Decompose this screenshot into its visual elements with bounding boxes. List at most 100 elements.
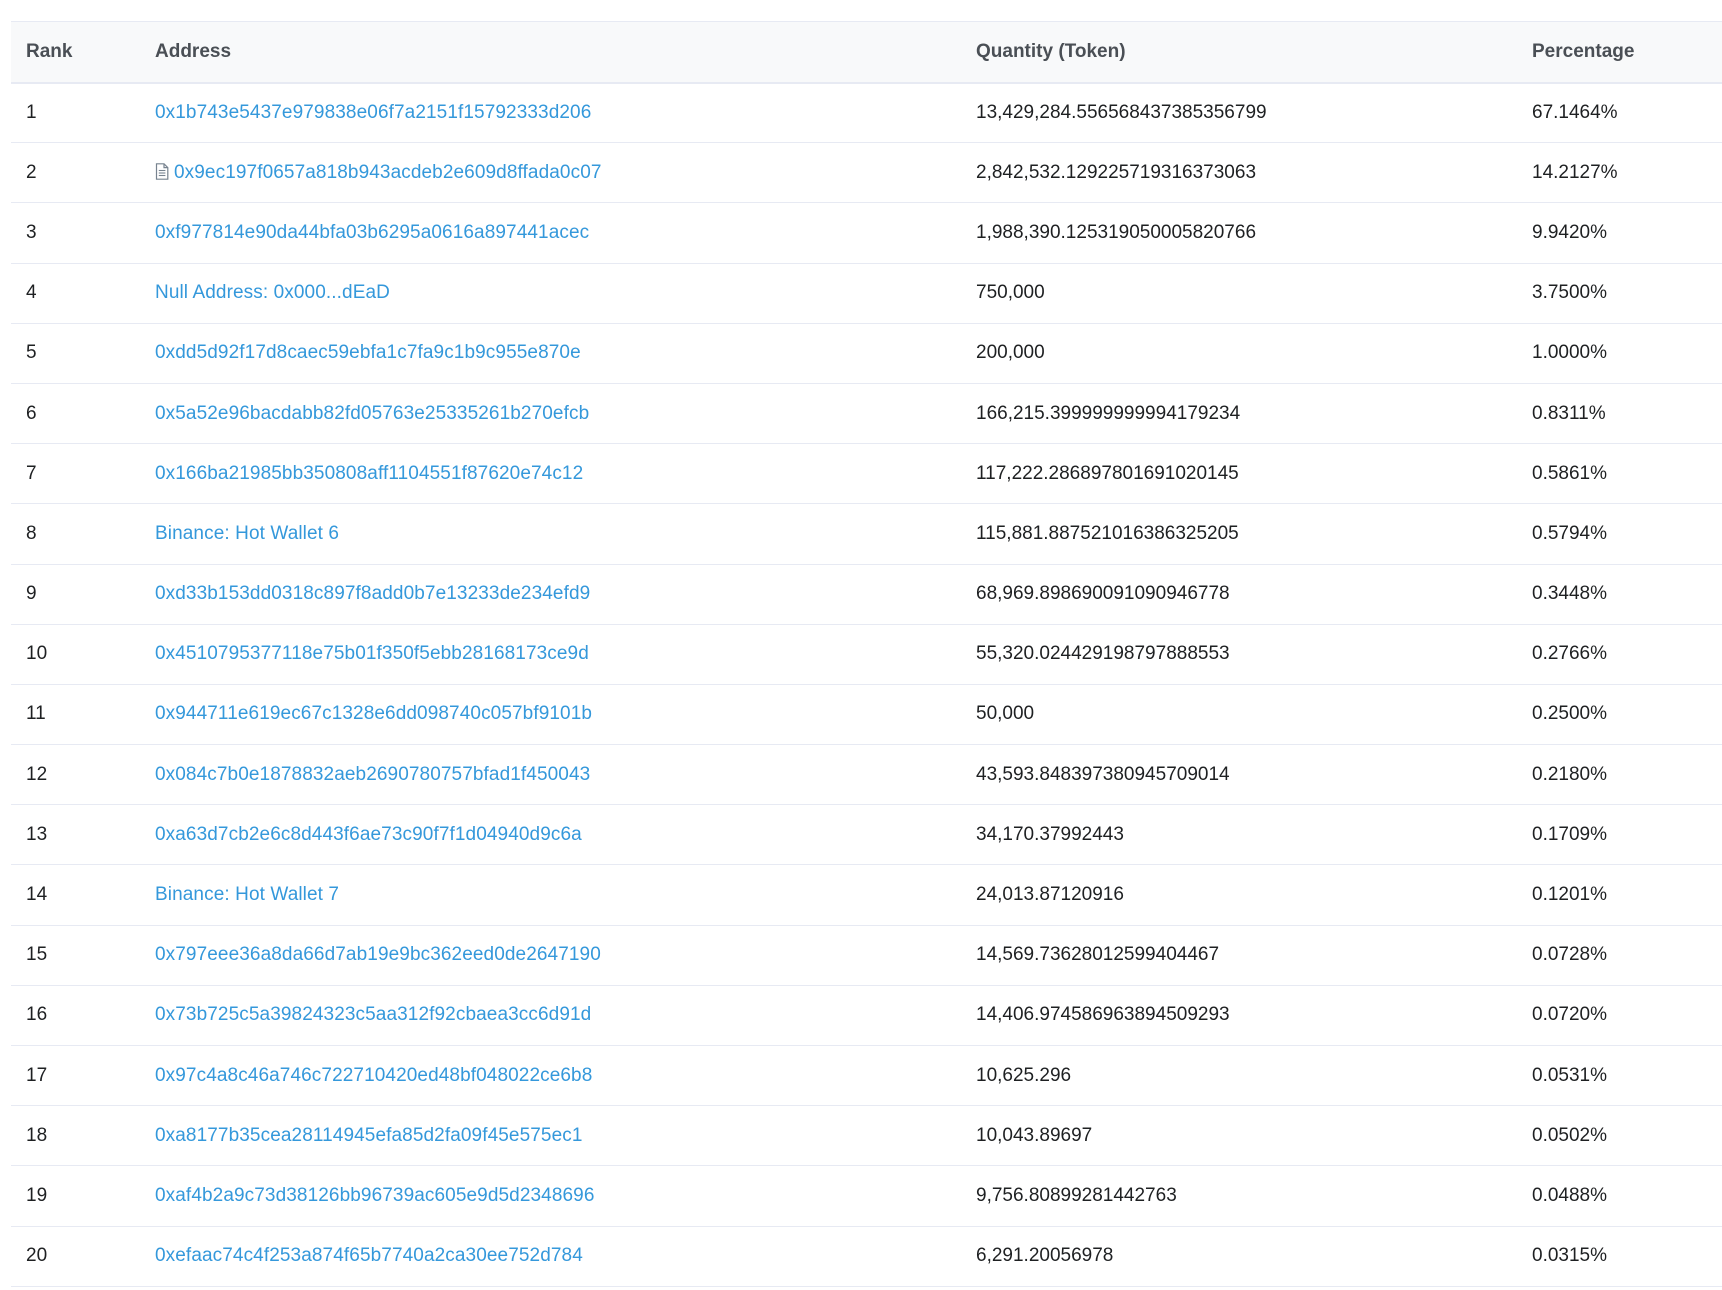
address-cell: 0xdd5d92f17d8caec59ebfa1c7fa9c1b9c955e87… bbox=[140, 323, 961, 383]
rank-cell: 11 bbox=[26, 703, 46, 725]
quantity-cell: 9,756.80899281442763 bbox=[976, 1184, 1177, 1206]
address-link[interactable]: Null Address: 0x000...dEaD bbox=[155, 282, 390, 303]
table-row: 13 0xa63d7cb2e6c8d443f6ae73c90f7f1d04940d… bbox=[11, 805, 1722, 865]
quantity-cell: 34,170.37992443 bbox=[976, 823, 1124, 845]
address-cell: 0x084c7b0e1878832aeb2690780757bfad1f4500… bbox=[140, 745, 961, 805]
percentage-cell: 0.2180% bbox=[1532, 763, 1608, 785]
address-link[interactable]: 0xf977814e90da44bfa03b6295a0616a897441ac… bbox=[155, 222, 589, 243]
address-cell: 0x166ba21985bb350808aff1104551f87620e74c… bbox=[140, 444, 961, 504]
table-row: 11 0x944711e619ec67c1328e6dd098740c057bf9… bbox=[11, 684, 1722, 745]
address-link[interactable]: 0x5a52e96bacdabb82fd05763e25335261b270ef… bbox=[155, 403, 589, 424]
percentage-cell: 0.0315% bbox=[1532, 1245, 1608, 1267]
quantity-cell: 1,988,390.125319050005820766 bbox=[976, 221, 1257, 243]
quantity-cell: 43,593.848397380945709014 bbox=[976, 763, 1230, 785]
percentage-cell: 0.2766% bbox=[1532, 643, 1608, 665]
address-link[interactable]: 0x084c7b0e1878832aeb2690780757bfad1f4500… bbox=[155, 764, 590, 785]
rank-cell: 19 bbox=[26, 1184, 48, 1206]
address-cell: 0xd33b153dd0318c897f8add0b7e13233de234ef… bbox=[140, 564, 961, 624]
address-cell: 0xefaac74c4f253a874f65b7740a2ca30ee752d7… bbox=[140, 1226, 961, 1286]
quantity-cell: 10,043.89697 bbox=[976, 1124, 1093, 1146]
table-row: 4 Null Address: 0x000...dEaD 750,000 3.7500… bbox=[11, 263, 1722, 324]
quantity-cell: 14,406.974586963894509293 bbox=[976, 1004, 1230, 1026]
percentage-cell: 0.0720% bbox=[1532, 1004, 1608, 1026]
address-cell: 0xa63d7cb2e6c8d443f6ae73c90f7f1d04940d9c… bbox=[140, 805, 961, 865]
address-cell: 0x1b743e5437e979838e06f7a2151f15792333d2… bbox=[140, 83, 961, 143]
quantity-cell: 50,000 bbox=[976, 703, 1035, 725]
quantity-cell: 117,222.286897801691020145 bbox=[976, 462, 1239, 484]
quantity-cell: 6,291.20056978 bbox=[976, 1245, 1114, 1267]
address-cell: 0xaf4b2a9c73d38126bb96739ac605e9d5d23486… bbox=[140, 1166, 961, 1226]
quantity-cell: 13,429,284.556568437385356799 bbox=[976, 101, 1267, 123]
rank-cell: 1 bbox=[26, 101, 37, 123]
address-link[interactable]: Binance: Hot Wallet 6 bbox=[155, 523, 339, 544]
table-row: 8 Binance: Hot Wallet 6 115,881.8875210163… bbox=[11, 504, 1722, 564]
address-link[interactable]: 0x797eee36a8da66d7ab19e9bc362eed0de26471… bbox=[155, 944, 601, 965]
rank-cell: 6 bbox=[26, 402, 37, 424]
token-holders-table-container: Rank Address Quantity (Token) Percentage… bbox=[11, 21, 1722, 1287]
percentage-cell: 0.5794% bbox=[1532, 522, 1608, 544]
address-link[interactable]: 0x97c4a8c46a746c722710420ed48bf048022ce6… bbox=[155, 1065, 592, 1086]
rank-cell: 14 bbox=[26, 884, 48, 906]
column-header-rank: Rank bbox=[26, 40, 73, 62]
table-row: 18 0xa8177b35cea28114945efa85d2fa09f45e57… bbox=[11, 1106, 1722, 1166]
address-link[interactable]: 0x9ec197f0657a818b943acdeb2e609d8ffada0c… bbox=[174, 162, 602, 183]
rank-cell: 18 bbox=[26, 1124, 48, 1146]
address-link[interactable]: 0xd33b153dd0318c897f8add0b7e13233de234ef… bbox=[155, 583, 590, 604]
quantity-cell: 166,215.399999999994179234 bbox=[976, 402, 1241, 424]
address-link[interactable]: 0x166ba21985bb350808aff1104551f87620e74c… bbox=[155, 463, 583, 484]
table-header: Rank Address Quantity (Token) Percentage bbox=[11, 21, 1722, 83]
percentage-cell: 1.0000% bbox=[1532, 342, 1608, 364]
rank-cell: 9 bbox=[26, 583, 37, 605]
address-link[interactable]: 0xdd5d92f17d8caec59ebfa1c7fa9c1b9c955e87… bbox=[155, 342, 581, 363]
rank-cell: 5 bbox=[26, 342, 37, 364]
address-link[interactable]: 0xefaac74c4f253a874f65b7740a2ca30ee752d7… bbox=[155, 1245, 583, 1266]
percentage-cell: 0.5861% bbox=[1532, 462, 1608, 484]
percentage-cell: 0.3448% bbox=[1532, 583, 1608, 605]
address-link[interactable]: 0xaf4b2a9c73d38126bb96739ac605e9d5d23486… bbox=[155, 1185, 595, 1206]
table-row: 6 0x5a52e96bacdabb82fd05763e25335261b270e… bbox=[11, 383, 1722, 444]
address-cell: 0x97c4a8c46a746c722710420ed48bf048022ce6… bbox=[140, 1046, 961, 1106]
quantity-cell: 2,842,532.129225719316373063 bbox=[976, 161, 1257, 183]
address-link[interactable]: 0x73b725c5a39824323c5aa312f92cbaea3cc6d9… bbox=[155, 1004, 591, 1025]
address-cell: 0x73b725c5a39824323c5aa312f92cbaea3cc6d9… bbox=[140, 985, 961, 1045]
table-row: 14 Binance: Hot Wallet 7 24,013.87120916 0.… bbox=[11, 865, 1722, 926]
table-row: 2 0x9ec197f0657a818b943acdeb2e609d8ffada0… bbox=[11, 143, 1722, 203]
quantity-cell: 200,000 bbox=[976, 342, 1045, 364]
rank-cell: 2 bbox=[26, 161, 37, 183]
address-link[interactable]: 0x944711e619ec67c1328e6dd098740c057bf910… bbox=[155, 703, 592, 724]
table-row: 5 0xdd5d92f17d8caec59ebfa1c7fa9c1b9c955e8… bbox=[11, 323, 1722, 384]
percentage-cell: 0.0502% bbox=[1532, 1124, 1608, 1146]
rank-cell: 17 bbox=[26, 1064, 48, 1086]
rank-cell: 20 bbox=[26, 1245, 48, 1267]
rank-cell: 15 bbox=[26, 944, 48, 966]
address-link[interactable]: 0xa63d7cb2e6c8d443f6ae73c90f7f1d04940d9c… bbox=[155, 824, 582, 845]
percentage-cell: 0.1201% bbox=[1532, 884, 1608, 906]
percentage-cell: 3.7500% bbox=[1532, 282, 1608, 304]
percentage-cell: 67.1464% bbox=[1532, 101, 1618, 123]
quantity-cell: 55,320.024429198797888553 bbox=[976, 643, 1230, 665]
address-cell: 0x797eee36a8da66d7ab19e9bc362eed0de26471… bbox=[140, 925, 961, 985]
column-header-percentage: Percentage bbox=[1532, 40, 1635, 62]
address-link[interactable]: 0x4510795377118e75b01f350f5ebb28168173ce… bbox=[155, 643, 589, 664]
percentage-cell: 0.1709% bbox=[1532, 823, 1608, 845]
column-header-quantity: Quantity (Token) bbox=[976, 40, 1126, 62]
table-row: 1 0x1b743e5437e979838e06f7a2151f15792333d… bbox=[11, 83, 1722, 143]
table-row: 10 0x4510795377118e75b01f350f5ebb28168173… bbox=[11, 624, 1722, 685]
percentage-cell: 0.8311% bbox=[1532, 402, 1606, 424]
address-cell: Binance: Hot Wallet 6 bbox=[140, 504, 961, 564]
rank-cell: 12 bbox=[26, 763, 48, 785]
table-row: 9 0xd33b153dd0318c897f8add0b7e13233de234e… bbox=[11, 564, 1722, 625]
table-header-row: Rank Address Quantity (Token) Percentage bbox=[11, 21, 1722, 83]
table-row: 15 0x797eee36a8da66d7ab19e9bc362eed0de264… bbox=[11, 925, 1722, 986]
percentage-cell: 9.9420% bbox=[1532, 221, 1608, 243]
address-link[interactable]: 0x1b743e5437e979838e06f7a2151f15792333d2… bbox=[155, 102, 591, 123]
address-link[interactable]: Binance: Hot Wallet 7 bbox=[155, 884, 339, 905]
document-icon bbox=[155, 162, 169, 180]
address-cell: 0xf977814e90da44bfa03b6295a0616a897441ac… bbox=[140, 203, 961, 263]
address-cell: 0x5a52e96bacdabb82fd05763e25335261b270ef… bbox=[140, 383, 961, 443]
quantity-cell: 14,569.73628012599404467 bbox=[976, 944, 1220, 966]
quantity-cell: 24,013.87120916 bbox=[976, 884, 1124, 906]
column-header-address: Address bbox=[155, 40, 232, 62]
address-cell: 0x4510795377118e75b01f350f5ebb28168173ce… bbox=[140, 624, 961, 684]
address-link[interactable]: 0xa8177b35cea28114945efa85d2fa09f45e575e… bbox=[155, 1125, 583, 1146]
